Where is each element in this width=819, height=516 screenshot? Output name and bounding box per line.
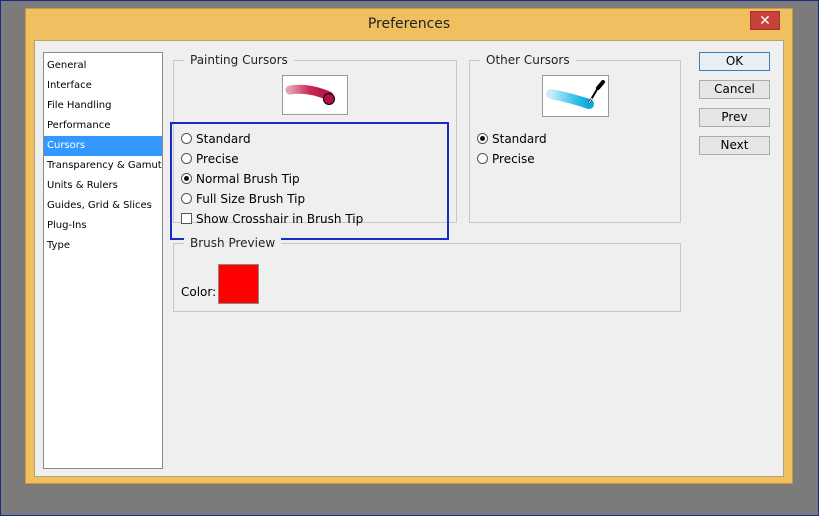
close-button[interactable]: ✕ [750,11,780,30]
radio-indicator [477,153,488,164]
dialog-body: General Interface File Handling Performa… [34,40,784,477]
sidebar-item-type[interactable]: Type [44,236,162,256]
preferences-category-list: General Interface File Handling Performa… [43,52,163,469]
brush-preview-title: Brush Preview [184,236,282,250]
sidebar-item-interface[interactable]: Interface [44,76,162,96]
window-title: Preferences [367,16,451,32]
preferences-window: Preferences ✕ General Interface File Han… [25,8,793,484]
sidebar-item-guides-grid-slices[interactable]: Guides, Grid & Slices [44,196,162,216]
options-highlight-box [170,122,449,240]
sidebar-item-units-rulers[interactable]: Units & Rulers [44,176,162,196]
next-button[interactable]: Next [699,136,770,155]
color-label: Color: [181,285,217,299]
painting-cursor-preview [282,75,348,115]
other-standard-radio[interactable]: Standard [477,131,547,147]
brush-stroke-icon [285,84,335,105]
cancel-button[interactable]: Cancel [699,80,770,99]
brush-preview-color-swatch[interactable] [218,264,259,304]
radio-indicator [477,133,488,144]
eyedropper-stroke-icon [546,80,605,109]
sidebar-item-performance[interactable]: Performance [44,116,162,136]
close-icon: ✕ [759,13,771,29]
other-cursor-preview [542,75,609,117]
other-cursors-title: Other Cursors [480,53,576,67]
sidebar-item-cursors[interactable]: Cursors [44,136,162,156]
title-bar[interactable]: Preferences ✕ [26,9,792,39]
ok-button[interactable]: OK [699,52,770,71]
sidebar-item-transparency-gamut[interactable]: Transparency & Gamut [44,156,162,176]
sidebar-item-general[interactable]: General [44,56,162,76]
painting-cursors-title: Painting Cursors [184,53,294,67]
other-precise-radio[interactable]: Precise [477,151,535,167]
sidebar-item-plug-ins[interactable]: Plug-Ins [44,216,162,236]
prev-button[interactable]: Prev [699,108,770,127]
sidebar-item-file-handling[interactable]: File Handling [44,96,162,116]
